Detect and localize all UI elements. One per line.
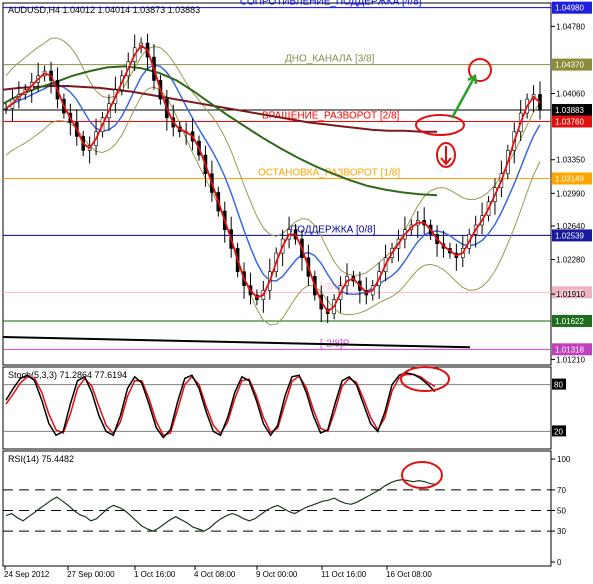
pivot-circle: [415, 114, 465, 136]
trend-line: [2, 336, 471, 349]
price-badge-label: 1.03760: [555, 117, 584, 126]
up-arrow: [450, 75, 477, 119]
rsi-header: RSI(14) 75.4482: [8, 454, 74, 464]
rsi-tick-label: 30: [557, 527, 566, 536]
price-tick-label: 1.04060: [556, 90, 585, 99]
price-tick-label: 1.02990: [556, 189, 585, 198]
price-chart: СОПРОТИВЛЕНИЕ_ПОДДЕРЖКА [4/8] ДНО_КАНАЛА …: [2, 0, 592, 579]
time-tick-label: 1 Oct 16:00: [134, 570, 176, 579]
price-tick-label: 1.03350: [556, 156, 585, 165]
rsi-panel: 100 70 50 30 0: [3, 455, 571, 567]
rsi-tick-label: 70: [557, 486, 566, 495]
time-tick-label: 27 Sep 00:00: [67, 570, 115, 579]
rsi-circle: [401, 461, 443, 489]
price-tick-label: 1.04780: [556, 22, 585, 31]
level-label: СОПРОТИВЛЕНИЕ_ПОДДЕРЖКА [4/8]: [240, 0, 422, 8]
price-tick-label: 1.02640: [556, 222, 585, 231]
price-badge-label: 1.04370: [555, 61, 584, 70]
price-tick-label: 1.02280: [556, 256, 585, 265]
down-arrow: [440, 146, 452, 166]
pivot-levels: СОПРОТИВЛЕНИЕ_ПОДДЕРЖКА [4/8] ДНО_КАНАЛА …: [2, 0, 551, 350]
envelope-bands: [5, 37, 541, 326]
price-header: AUDUSD,H4 1.04012 1.04014 1.03873 1.0388…: [8, 5, 200, 15]
level-label: ПОДДЕРЖКА [0/8]: [290, 224, 376, 235]
level-label: ДНО_КАНАЛА [3/8]: [285, 54, 375, 65]
price-badge-label: 1.02539: [555, 231, 584, 240]
price-badge-label: 1.04980: [555, 4, 584, 13]
price-badge-label: 1.01318: [555, 345, 584, 354]
rsi-tick-label: 100: [557, 455, 571, 464]
price-badge-label: 1.03149: [555, 174, 584, 183]
upper-band: [5, 37, 541, 276]
time-tick-label: 9 Oct 00:00: [256, 570, 298, 579]
stoch-tick-label: 80: [554, 381, 563, 390]
time-tick-label: 16 Oct 08:00: [386, 570, 432, 579]
price-tick-label: 1.01910: [556, 290, 585, 299]
time-tick-label: 11 Oct 16:00: [321, 570, 367, 579]
stoch-main: [5, 372, 436, 439]
annotations: [415, 58, 492, 168]
time-tick-label: 24 Sep 2012: [4, 570, 50, 579]
price-badge-label: 1.01622: [555, 317, 584, 326]
rsi-tick-label: 0: [557, 558, 562, 567]
level-label: ВРАЩЕНИЕ_РАЗВОРОТ [2/8]: [262, 110, 400, 121]
time-tick-label: 4 Oct 08:00: [194, 570, 236, 579]
mid-band: [5, 64, 541, 296]
stoch-tick-label: 20: [554, 427, 563, 436]
lower-band: [5, 86, 541, 326]
price-axis: 1.04980 1.04370 1.03883 1.03760 1.03149 1.025…: [551, 1, 592, 364]
price-tick-label: 1.01210: [556, 355, 585, 364]
time-axis: 24 Sep 2012 27 Sep 00:00 1 Oct 16:00 4 Oct …: [4, 566, 432, 579]
price-badge-label: 1.03883: [555, 106, 584, 115]
rsi-line: [5, 478, 437, 532]
rsi-tick-label: 50: [557, 507, 566, 516]
stoch-circle: [400, 366, 450, 392]
